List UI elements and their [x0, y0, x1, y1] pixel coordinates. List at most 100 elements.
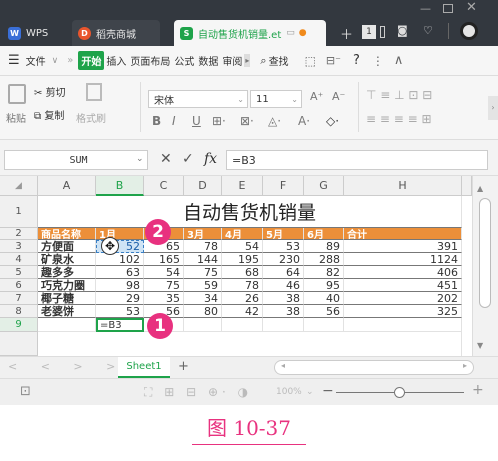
data-cell[interactable]: 54: [222, 240, 263, 253]
data-cell[interactable]: 26: [222, 292, 263, 305]
cancel-edit-button[interactable]: ✕: [160, 151, 172, 167]
data-cell[interactable]: 34: [184, 292, 222, 305]
data-cell[interactable]: 趣多多: [38, 266, 96, 279]
header-cell[interactable]: 5月: [263, 228, 304, 240]
row-header-2[interactable]: 2: [0, 228, 38, 240]
collaborate-icon[interactable]: ⊟⁻: [326, 54, 341, 67]
data-cell[interactable]: 325: [344, 305, 462, 318]
name-box[interactable]: SUM: [4, 150, 148, 170]
data-cell[interactable]: 75: [184, 266, 222, 279]
menu-page-layout[interactable]: 页面布局: [128, 53, 172, 68]
scroll-down-icon[interactable]: ▼: [477, 341, 483, 350]
menu-file[interactable]: 文件: [24, 53, 48, 68]
empty-cell[interactable]: [222, 318, 263, 332]
scroll-left-icon[interactable]: ◂: [281, 361, 285, 370]
row-header-7[interactable]: 7: [0, 292, 38, 305]
data-cell[interactable]: 38: [263, 305, 304, 318]
tab-docer[interactable]: D 稻壳商城: [72, 20, 160, 46]
menu-review[interactable]: 审阅: [220, 53, 244, 68]
increase-font-icon[interactable]: A⁺: [310, 90, 323, 103]
column-header-e[interactable]: E: [222, 176, 263, 196]
column-header-d[interactable]: D: [184, 176, 222, 196]
tab-active-workbook[interactable]: S 自动售货机销量.et ▭ ●: [174, 20, 326, 46]
sheet-status-icon[interactable]: ⊡: [20, 384, 31, 399]
bold-button[interactable]: B: [152, 114, 161, 128]
format-painter-icon[interactable]: [86, 83, 102, 101]
cell-a9[interactable]: [38, 318, 96, 332]
row-header-5[interactable]: 5: [0, 266, 38, 279]
data-cell[interactable]: 98: [96, 279, 144, 292]
data-cell[interactable]: 方便面: [38, 240, 96, 253]
tab-pin-icon[interactable]: ▭: [286, 28, 295, 38]
decrease-font-icon[interactable]: A⁻: [332, 90, 345, 103]
row-header-4[interactable]: 4: [0, 253, 38, 266]
row-header-8[interactable]: 8: [0, 305, 38, 318]
column-header-f[interactable]: F: [263, 176, 304, 196]
vertical-scrollbar[interactable]: ▲ ▼: [472, 176, 498, 356]
empty-cell[interactable]: [263, 318, 304, 332]
data-cell[interactable]: 102: [96, 253, 144, 266]
sheet-nav-icons[interactable]: < < > >: [8, 360, 125, 373]
chevron-down-icon[interactable]: ⌄: [136, 154, 144, 164]
data-cell[interactable]: 391: [344, 240, 462, 253]
data-cell[interactable]: 95: [304, 279, 344, 292]
scroll-up-icon[interactable]: ▲: [477, 184, 483, 193]
data-cell[interactable]: 195: [222, 253, 263, 266]
align-top-icon[interactable]: ⊤ ≡ ⊥ ⊡ ⊟: [366, 88, 432, 102]
data-cell[interactable]: 406: [344, 266, 462, 279]
share-icon[interactable]: ◙: [397, 24, 408, 37]
menu-insert[interactable]: 插入: [104, 53, 128, 68]
paste-icon[interactable]: [8, 84, 26, 104]
more-options-icon[interactable]: ⋮: [372, 54, 384, 68]
header-cell[interactable]: 商品名称: [38, 228, 96, 240]
data-cell[interactable]: 38: [263, 292, 304, 305]
data-cell[interactable]: 1124: [344, 253, 462, 266]
border-icon[interactable]: ⊞·: [212, 114, 226, 128]
cell-style-icon[interactable]: ⊠·: [240, 114, 254, 128]
chevron-down-icon[interactable]: ⌄: [306, 387, 314, 397]
menu-search[interactable]: 查找: [267, 53, 291, 68]
data-cell[interactable]: 29: [96, 292, 144, 305]
zoom-out-button[interactable]: −: [322, 383, 334, 399]
zoom-slider-thumb[interactable]: [394, 387, 405, 398]
formula-input[interactable]: =B3: [226, 150, 488, 170]
avatar[interactable]: [460, 22, 478, 40]
data-cell[interactable]: 椰子糖: [38, 292, 96, 305]
help-button[interactable]: ?: [353, 53, 360, 68]
menu-scroll-arrow-icon[interactable]: ▸: [244, 54, 251, 67]
data-cell[interactable]: 53: [96, 305, 144, 318]
tab-count-badge[interactable]: 1: [362, 25, 376, 39]
data-cell[interactable]: 75: [144, 279, 184, 292]
data-cell[interactable]: 42: [222, 305, 263, 318]
data-cell[interactable]: 165: [144, 253, 184, 266]
share-doc-icon[interactable]: ⬚: [305, 54, 316, 68]
minimize-icon[interactable]: —: [420, 2, 431, 15]
data-cell[interactable]: 巧克力圈: [38, 279, 96, 292]
menu-home[interactable]: 开始: [78, 51, 105, 70]
scroll-right-icon[interactable]: ▸: [463, 361, 467, 370]
data-cell[interactable]: 64: [263, 266, 304, 279]
format-painter-label[interactable]: 格式刷: [76, 110, 106, 125]
collapse-ribbon-icon[interactable]: ∧: [394, 53, 404, 68]
data-cell[interactable]: 82: [304, 266, 344, 279]
data-cell[interactable]: 202: [344, 292, 462, 305]
column-header-h[interactable]: H: [344, 176, 462, 196]
align-left-icon[interactable]: ≡ ≡ ≡ ≡ ⊞: [366, 112, 432, 126]
data-cell[interactable]: 35: [144, 292, 184, 305]
underline-button[interactable]: U: [192, 114, 201, 128]
font-size-select[interactable]: 11 ⌄: [250, 90, 302, 108]
chevron-down-icon[interactable]: ∨: [52, 56, 59, 66]
column-header-g[interactable]: G: [304, 176, 344, 196]
data-cell[interactable]: 144: [184, 253, 222, 266]
header-cell[interactable]: 4月: [222, 228, 263, 240]
cut-button[interactable]: ✂ 剪切: [34, 84, 66, 99]
close-icon[interactable]: ✕: [466, 0, 477, 15]
row-header-6[interactable]: 6: [0, 279, 38, 292]
header-cell[interactable]: 合计: [344, 228, 462, 240]
column-header-c[interactable]: C: [144, 176, 184, 196]
data-cell[interactable]: 59: [184, 279, 222, 292]
column-header-a[interactable]: A: [38, 176, 96, 196]
menu-data[interactable]: 数据: [196, 53, 220, 68]
data-cell[interactable]: 54: [144, 266, 184, 279]
data-cell[interactable]: 56: [304, 305, 344, 318]
